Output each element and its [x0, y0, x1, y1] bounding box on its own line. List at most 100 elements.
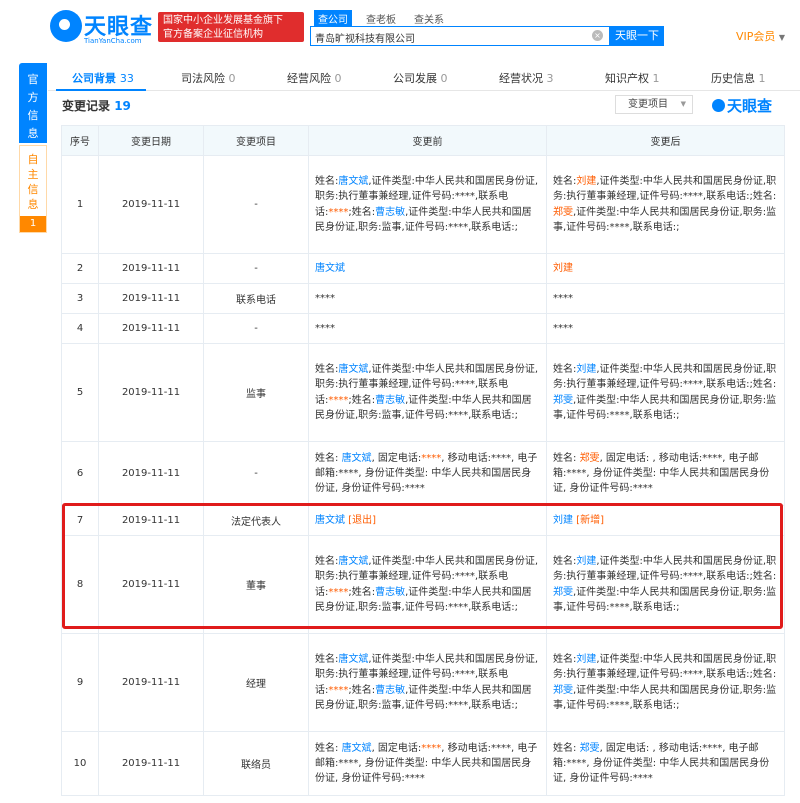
table-row: 2 2019-11-11- 唐文斌 刘建: [61, 253, 785, 284]
before-change: 姓名:唐文斌,证件类型:中华人民共和国居民身份证,职务:执行董事兼经理,证件号码…: [308, 535, 547, 634]
table-row: 4 2019-11-11- **** ****: [61, 313, 785, 344]
tab-count: 0: [228, 72, 236, 85]
side-tab-self[interactable]: 自主信息 1: [19, 145, 47, 233]
change-item: 法定代表人: [203, 505, 309, 536]
person-link[interactable]: 郑雯: [553, 395, 573, 406]
change-item: 联络员: [203, 731, 309, 796]
change-text: , 固定电话:: [371, 742, 422, 754]
person-link[interactable]: 刘建: [576, 556, 596, 567]
change-text: , 固定电话:: [371, 452, 422, 464]
column-header: 变更项目: [203, 125, 309, 156]
after-change: ****: [546, 313, 785, 344]
person-link[interactable]: 刘建: [576, 654, 596, 665]
tab-count: 0: [440, 72, 448, 85]
change-date: 2019-11-11: [98, 441, 204, 506]
before-change: 唐文斌 [退出]: [308, 505, 547, 536]
tab-label: 司法风险: [181, 72, 225, 85]
before-change: 姓名:唐文斌,证件类型:中华人民共和国居民身份证,职务:执行董事兼经理,证件号码…: [308, 633, 547, 732]
tab-judicial-risk[interactable]: 司法风险 0: [181, 70, 236, 86]
change-item: 经理: [203, 633, 309, 732]
active-tab-underline: [56, 89, 146, 91]
change-text: 姓名:: [553, 653, 577, 665]
person-link[interactable]: 唐文斌: [315, 515, 345, 526]
search-button[interactable]: 天眼一下: [610, 26, 664, 46]
person-link[interactable]: 刘建: [553, 515, 573, 526]
tab-business-status[interactable]: 经营状况 3: [499, 70, 554, 86]
side-tabs: 官方信息 自主信息 1: [19, 63, 47, 233]
after-change: 姓名:刘建,证件类型:中华人民共和国居民身份证,职务:执行董事兼经理,证件号码:…: [546, 633, 785, 732]
column-header: 变更日期: [98, 125, 204, 156]
table-row: 6 2019-11-11- 姓名: 唐文斌, 固定电话:****, 移动电话:***…: [61, 441, 785, 506]
tab-company-background[interactable]: 公司背景 33: [72, 70, 134, 86]
search-tab-relation[interactable]: 查关系: [410, 10, 448, 27]
person-link[interactable]: 郑雯: [580, 743, 600, 754]
change-item: -: [203, 441, 309, 506]
change-text: 姓名:: [315, 555, 339, 567]
before-change: ****: [308, 283, 547, 314]
tab-history[interactable]: 历史信息 1: [711, 70, 766, 86]
before-change: ****: [308, 313, 547, 344]
person-link[interactable]: 唐文斌: [342, 453, 372, 464]
section-title-text: 变更记录: [62, 99, 111, 113]
person-link[interactable]: 唐文斌: [338, 364, 368, 375]
person-link[interactable]: 郑雯: [553, 685, 573, 696]
person-link[interactable]: 曹志敏: [375, 207, 405, 218]
search-input[interactable]: [311, 28, 587, 47]
tab-label: 公司背景: [72, 72, 116, 85]
search-tab-boss[interactable]: 查老板: [362, 10, 400, 27]
tianyancha-logo[interactable]: 天眼查 TianYanCha.com: [50, 10, 152, 48]
person-link: [退出]: [345, 514, 376, 526]
tab-intellectual-property[interactable]: 知识产权 1: [605, 70, 660, 86]
search-tab-company[interactable]: 查公司: [314, 10, 352, 27]
tab-operating-risk[interactable]: 经营风险 0: [287, 70, 342, 86]
section-title: 变更记录 19: [62, 97, 131, 114]
change-text: ,证件类型:中华人民共和国居民身份证,职务:监事,证件号码:****,联系电话:…: [553, 394, 777, 421]
change-item-filter[interactable]: 变更项目 ▼: [615, 95, 693, 114]
watermark-text: 天眼查: [727, 97, 773, 115]
person-link[interactable]: 刘建: [576, 364, 596, 375]
person-link[interactable]: 曹志敏: [375, 685, 405, 696]
person-link[interactable]: 唐文斌: [342, 743, 372, 754]
change-date: 2019-11-11: [98, 535, 204, 634]
change-text: ,证件类型:中华人民共和国居民身份证,职务:监事,证件号码:****,联系电话:…: [553, 586, 777, 613]
chevron-down-icon: ▼: [680, 100, 686, 108]
tab-company-development[interactable]: 公司发展 0: [393, 70, 448, 86]
person-link[interactable]: 曹志敏: [375, 587, 405, 598]
person-link[interactable]: 曹志敏: [375, 395, 405, 406]
vip-menu[interactable]: VIP会员 ▼: [736, 28, 785, 44]
table-row: 7 2019-11-11 法定代表人 唐文斌 [退出] 刘建 [新增]: [61, 505, 785, 536]
person-link[interactable]: 唐文斌: [315, 263, 345, 274]
tab-count: 1: [758, 72, 766, 85]
change-text: 姓名:: [315, 452, 342, 464]
person-link: ****: [421, 742, 442, 754]
change-text: ;姓名:: [348, 684, 376, 696]
row-number: 7: [61, 505, 99, 536]
tab-label: 公司发展: [393, 72, 437, 85]
side-tab-official[interactable]: 官方信息: [19, 63, 47, 143]
tab-count: 33: [119, 72, 134, 85]
side-tab-self-label: 自主信息: [27, 153, 39, 211]
person-link: 郑雯: [579, 452, 600, 464]
change-item: -: [203, 313, 309, 344]
person-link[interactable]: 唐文斌: [338, 176, 368, 187]
change-text: 姓名:: [553, 452, 580, 464]
after-change: 姓名:刘建,证件类型:中华人民共和国居民身份证,职务:执行董事兼经理,证件号码:…: [546, 343, 785, 442]
row-number: 2: [61, 253, 99, 284]
clear-icon[interactable]: ×: [592, 30, 603, 41]
change-text: ****: [553, 292, 573, 304]
person-link: ****: [328, 206, 349, 218]
table-row: 10 2019-11-11 联络员 姓名: 唐文斌, 固定电话:****, 移动电话:…: [61, 731, 785, 796]
change-date: 2019-11-11: [98, 253, 204, 284]
certification-badge: 国家中小企业发展基金旗下 官方备案企业征信机构: [158, 12, 304, 42]
person-link[interactable]: 郑雯: [553, 587, 573, 598]
logo-eye-icon: [712, 99, 725, 112]
person-link[interactable]: 唐文斌: [338, 556, 368, 567]
after-change: 姓名: 郑雯, 固定电话: , 移动电话:****, 电子邮箱:****, 身份…: [546, 731, 785, 796]
person-link[interactable]: 唐文斌: [338, 654, 368, 665]
brand-domain: TianYanCha.com: [84, 37, 142, 45]
change-text: ,证件类型:中华人民共和国居民身份证,职务:监事,证件号码:****,联系电话:…: [553, 206, 777, 233]
change-record-table: 序号 变更日期 变更项目 变更前 变更后 1 2019-11-11- 姓名:唐文斌,…: [61, 125, 785, 796]
change-date: 2019-11-11: [98, 283, 204, 314]
row-number: 3: [61, 283, 99, 314]
change-text: 姓名:: [315, 175, 339, 187]
